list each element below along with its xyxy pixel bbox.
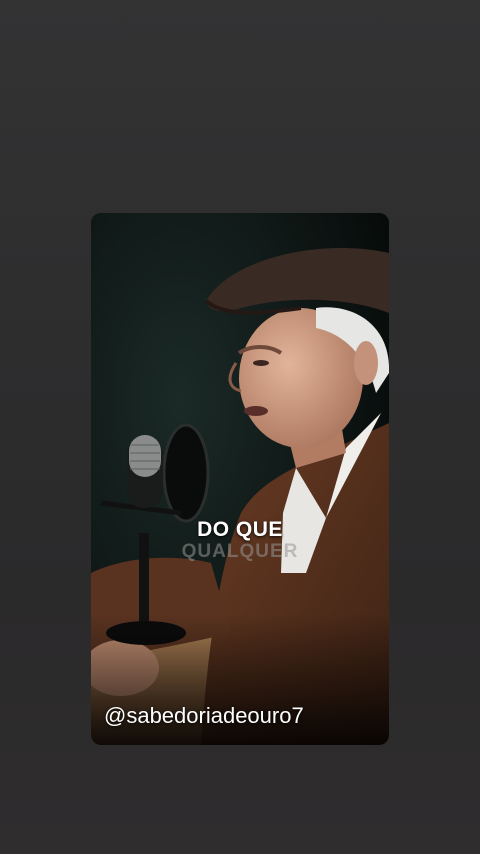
story-screen: DO QUE QUALQUER @sabedoriadeouro7 — [0, 0, 480, 854]
account-handle[interactable]: @sabedoriadeouro7 — [104, 703, 304, 729]
video-frame[interactable]: DO QUE QUALQUER @sabedoriadeouro7 — [91, 213, 389, 745]
video-scene-image — [91, 213, 389, 745]
